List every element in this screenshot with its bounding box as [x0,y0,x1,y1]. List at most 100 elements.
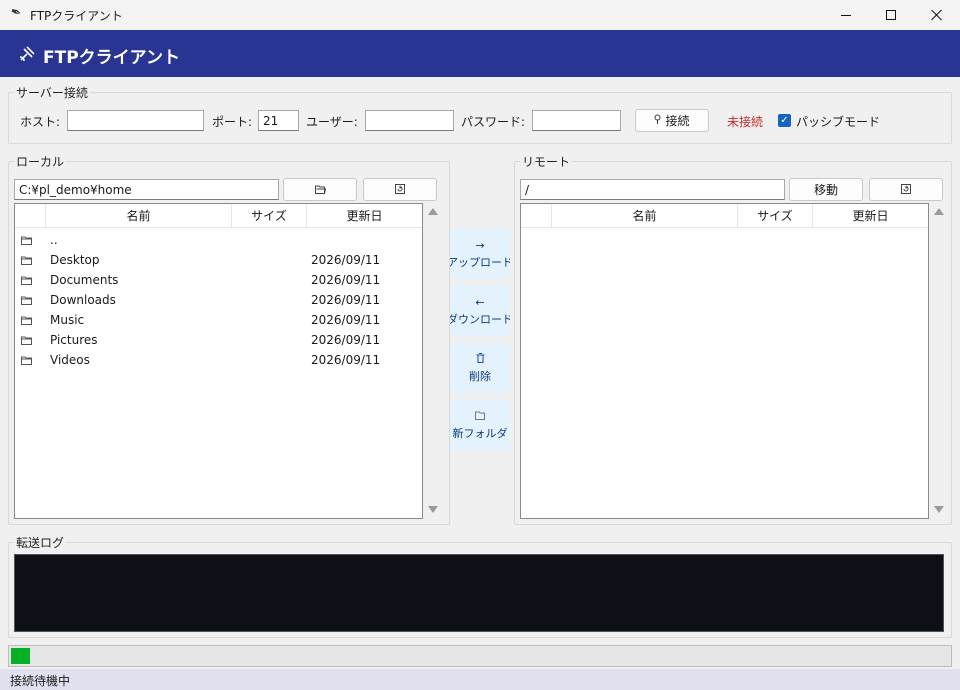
file-name: Desktop [50,253,100,267]
icon-column-header [521,204,552,228]
feather-icon: ✒ [8,4,24,22]
remote-refresh-button[interactable] [869,178,943,201]
file-date: 2026/09/11 [311,253,381,267]
file-date: 2026/09/11 [311,353,381,367]
remote-file-list[interactable]: 名前 サイズ 更新日 [520,203,929,519]
folder-icon [21,274,32,285]
remote-move-button[interactable]: 移動 [789,178,863,201]
file-date: 2026/09/11 [311,333,381,347]
new-folder-button[interactable]: 新フォルダ [450,400,510,450]
folder-icon [450,410,510,424]
progress-fill [11,648,30,664]
transfer-log[interactable] [14,554,944,632]
trash-icon [450,353,510,367]
folder-icon [21,354,32,365]
server-legend: サーバー接続 [16,86,88,100]
file-date: 2026/09/11 [311,293,381,307]
user-label: ユーザー: [306,115,358,129]
local-file-list[interactable]: 名前 サイズ 更新日 .. Desktop 2026/09/11 Documents 2… [14,203,423,519]
local-path-input[interactable] [14,179,279,200]
status-bar: 接続待機中 [0,669,960,690]
password-input[interactable] [532,110,621,131]
delete-label: 削除 [469,370,491,383]
remote-list-header: 名前 サイズ 更新日 [521,204,928,228]
port-input[interactable] [258,110,299,131]
passive-mode-checkbox[interactable]: ✓ [778,114,791,127]
folder-icon [21,334,32,345]
folder-icon [21,254,32,265]
local-legend: ローカル [16,155,65,169]
scroll-up-icon[interactable] [428,208,438,215]
local-col-name[interactable]: 名前 [46,204,232,228]
maximize-button[interactable] [868,0,914,30]
scroll-down-icon[interactable] [934,506,944,513]
new-folder-label: 新フォルダ [452,427,508,440]
table-row[interactable]: Pictures 2026/09/11 [15,330,420,350]
satellite-icon [18,45,36,67]
table-row[interactable]: Music 2026/09/11 [15,310,420,330]
connect-button[interactable]: 接続 [635,109,709,132]
refresh-icon [395,183,405,197]
status-text: 接続待機中 [10,674,71,688]
password-label: パスワード: [461,115,526,129]
checkmark-icon: ✓ [780,115,789,126]
file-date: 2026/09/11 [311,273,381,287]
file-name: Documents [50,273,119,287]
local-col-date[interactable]: 更新日 [307,204,422,228]
port-label: ポート: [212,115,253,129]
local-scrollbar[interactable] [424,203,441,519]
table-row[interactable]: Documents 2026/09/11 [15,270,420,290]
app-header: FTPクライアント [0,30,960,77]
local-browse-button[interactable] [283,178,357,201]
file-name: Pictures [50,333,98,347]
plug-icon [654,114,661,128]
table-row[interactable]: Desktop 2026/09/11 [15,250,420,270]
table-row[interactable]: Videos 2026/09/11 [15,350,420,370]
remote-col-size[interactable]: サイズ [738,204,813,228]
local-col-size[interactable]: サイズ [232,204,307,228]
icon-column-header [15,204,46,228]
remote-legend: リモート [522,155,571,169]
local-list-header: 名前 サイズ 更新日 [15,204,422,228]
open-folder-icon [314,183,326,197]
maximize-icon [886,10,896,20]
passive-mode-label: パッシブモード [796,115,881,129]
upload-label: アップロード [450,256,510,269]
remote-path-input[interactable] [520,179,785,200]
host-input[interactable] [67,110,204,131]
user-input[interactable] [365,110,454,131]
log-legend: 転送ログ [16,536,65,550]
file-name: .. [50,233,58,247]
local-refresh-button[interactable] [363,178,437,201]
connect-label: 接続 [665,114,690,128]
title-bar: ✒ FTPクライアント [0,0,960,30]
minimize-icon [841,14,851,16]
table-row[interactable]: Downloads 2026/09/11 [15,290,420,310]
close-icon [931,9,943,21]
folder-icon [21,314,32,325]
remote-col-date[interactable]: 更新日 [813,204,928,228]
download-label: ダウンロード [450,313,510,326]
table-row[interactable]: .. [15,230,420,250]
scroll-down-icon[interactable] [428,506,438,513]
remote-col-name[interactable]: 名前 [552,204,738,228]
close-button[interactable] [914,0,960,30]
file-name: Downloads [50,293,116,307]
file-name: Music [50,313,85,327]
minimize-button[interactable] [823,0,869,30]
remote-scrollbar[interactable] [930,203,947,519]
connection-status: 未接続 [727,115,764,129]
download-button[interactable]: ← ダウンロード [450,286,510,336]
host-label: ホスト: [20,115,61,129]
upload-button[interactable]: → アップロード [450,229,510,279]
scroll-up-icon[interactable] [934,208,944,215]
refresh-icon [901,183,911,197]
delete-button[interactable]: 削除 [450,343,510,393]
header-title: FTPクライアント [43,48,180,68]
file-date: 2026/09/11 [311,313,381,327]
arrow-right-icon: → [475,239,485,252]
arrow-left-icon: ← [475,296,485,309]
progress-bar [8,645,952,667]
file-name: Videos [50,353,90,367]
window-title: FTPクライアント [30,9,123,23]
